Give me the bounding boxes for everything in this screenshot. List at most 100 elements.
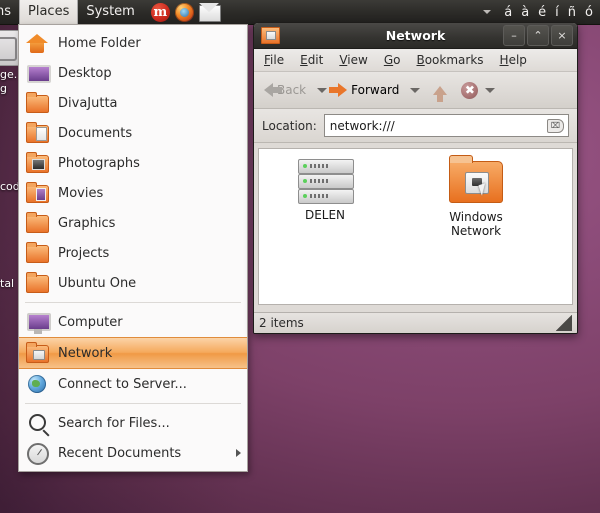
forward-label: Forward bbox=[351, 83, 400, 97]
places-item-label: Desktop bbox=[58, 65, 112, 81]
file-item-label: Windows Network bbox=[449, 210, 503, 238]
places-item-label: Ubuntu One bbox=[58, 275, 137, 291]
window-toolbar: Back Forward ✖ bbox=[254, 72, 577, 109]
network-folder-icon bbox=[25, 341, 49, 365]
places-item-movies[interactable]: Movies bbox=[19, 178, 247, 208]
up-arrow-icon[interactable] bbox=[433, 85, 448, 102]
submenu-arrow-icon bbox=[236, 449, 241, 457]
places-item-desktop[interactable]: Desktop bbox=[19, 58, 247, 88]
desktop-label-fragment-3: cod bbox=[0, 180, 20, 193]
window-titlebar[interactable]: Network – ⌃ × bbox=[254, 23, 577, 49]
places-item-label: Computer bbox=[58, 314, 123, 330]
clear-icon[interactable]: ⌧ bbox=[547, 118, 564, 133]
stop-icon[interactable]: ✖ bbox=[461, 81, 479, 99]
indicator-char-3[interactable]: é bbox=[538, 5, 546, 20]
places-item-documents[interactable]: Documents bbox=[19, 118, 247, 148]
menu-view[interactable]: View bbox=[332, 51, 374, 69]
places-item-label: Photographs bbox=[58, 155, 140, 171]
network-folder-icon bbox=[261, 27, 280, 44]
forward-history-dropdown-icon[interactable] bbox=[410, 87, 421, 93]
location-value: network:/// bbox=[329, 118, 395, 133]
desktop-label-fragment-2: g bbox=[0, 82, 7, 95]
menu-file[interactable]: File bbox=[257, 51, 291, 69]
places-item-label: Recent Documents bbox=[58, 445, 182, 461]
nautilus-window: Network – ⌃ × File Edit View Go Bookmark… bbox=[253, 22, 578, 334]
home-icon bbox=[25, 31, 49, 55]
places-item-computer[interactable]: Computer bbox=[19, 307, 247, 337]
globe-icon bbox=[25, 372, 49, 396]
indicator-char-1[interactable]: á bbox=[504, 5, 512, 20]
places-item-divajutta[interactable]: DivaJutta bbox=[19, 88, 247, 118]
folder-icon bbox=[25, 91, 49, 115]
places-item-label: Movies bbox=[58, 185, 104, 201]
window-statusbar: 2 items bbox=[254, 312, 577, 333]
folder-icon bbox=[25, 211, 49, 235]
back-button[interactable]: Back bbox=[260, 80, 310, 100]
places-item-connect-to-server[interactable]: Connect to Server... bbox=[19, 369, 247, 399]
search-icon bbox=[25, 411, 49, 435]
photographs-folder-icon bbox=[25, 151, 49, 175]
mozilla-m-icon[interactable]: m bbox=[150, 2, 170, 22]
status-text: 2 items bbox=[259, 316, 304, 330]
places-item-ubuntu-one[interactable]: Ubuntu One bbox=[19, 268, 247, 298]
indicator-char-2[interactable]: à bbox=[521, 5, 529, 20]
location-input[interactable]: network:/// ⌧ bbox=[323, 114, 569, 137]
indicator-char-5[interactable]: ñ bbox=[568, 5, 576, 20]
places-item-projects[interactable]: Projects bbox=[19, 238, 247, 268]
location-bar: Location: network:/// ⌧ bbox=[254, 109, 577, 143]
windows-network-folder-icon bbox=[424, 155, 528, 206]
menu-go[interactable]: Go bbox=[377, 51, 408, 69]
places-item-search-for-files[interactable]: Search for Files... bbox=[19, 408, 247, 438]
places-item-label: Documents bbox=[58, 125, 133, 141]
toolbar-overflow-dropdown-icon[interactable] bbox=[485, 87, 496, 93]
minimize-button[interactable]: – bbox=[503, 25, 525, 46]
places-item-recent-documents[interactable]: Recent Documents bbox=[19, 438, 247, 468]
desktop-label-fragment-4: tal bbox=[0, 277, 15, 290]
menu-applications-clipped[interactable]: ns bbox=[0, 0, 19, 24]
forward-button[interactable]: Forward bbox=[329, 80, 403, 100]
movies-folder-icon bbox=[25, 181, 49, 205]
menu-separator bbox=[25, 403, 241, 404]
indicator-char-6[interactable]: ó bbox=[585, 5, 593, 20]
back-arrow-icon bbox=[264, 83, 282, 97]
menu-system[interactable]: System bbox=[78, 0, 142, 24]
close-button[interactable]: × bbox=[551, 25, 573, 46]
places-item-photographs[interactable]: Photographs bbox=[19, 148, 247, 178]
maximize-button[interactable]: ⌃ bbox=[527, 25, 549, 46]
resize-grip[interactable] bbox=[556, 315, 572, 331]
places-dropdown-menu: Home Folder Desktop DivaJutta Documents … bbox=[18, 24, 248, 472]
menu-places[interactable]: Places bbox=[19, 0, 79, 24]
firefox-icon[interactable] bbox=[174, 2, 194, 22]
chevron-down-icon[interactable] bbox=[483, 10, 492, 14]
places-item-label: Home Folder bbox=[58, 35, 141, 51]
indicator-char-4[interactable]: í bbox=[555, 5, 559, 20]
desktop-label-fragment-1: ge. bbox=[0, 68, 18, 81]
file-view[interactable]: DELEN Windows Network bbox=[258, 148, 573, 305]
places-item-label: Connect to Server... bbox=[58, 376, 187, 392]
places-item-graphics[interactable]: Graphics bbox=[19, 208, 247, 238]
file-item-windows-network[interactable]: Windows Network bbox=[424, 155, 528, 238]
places-item-label: Search for Files... bbox=[58, 415, 170, 431]
places-item-label: Network bbox=[58, 345, 113, 361]
file-item-label: DELEN bbox=[304, 208, 346, 222]
places-item-home-folder[interactable]: Home Folder bbox=[19, 28, 247, 58]
menu-help[interactable]: Help bbox=[493, 51, 534, 69]
panel-launchers: m bbox=[150, 0, 221, 24]
documents-folder-icon bbox=[25, 121, 49, 145]
back-history-dropdown-icon[interactable] bbox=[317, 87, 328, 93]
clock-icon bbox=[25, 441, 49, 465]
computer-icon bbox=[25, 310, 51, 334]
menu-bookmarks[interactable]: Bookmarks bbox=[409, 51, 490, 69]
menu-separator bbox=[25, 302, 241, 303]
mail-icon[interactable] bbox=[198, 3, 221, 22]
places-item-label: DivaJutta bbox=[58, 95, 118, 111]
folder-icon bbox=[25, 241, 49, 265]
folder-icon bbox=[25, 271, 49, 295]
menu-edit[interactable]: Edit bbox=[293, 51, 330, 69]
file-item-delen[interactable]: DELEN bbox=[273, 159, 377, 222]
places-item-label: Projects bbox=[58, 245, 110, 261]
window-menubar: File Edit View Go Bookmarks Help bbox=[254, 49, 577, 72]
places-item-network[interactable]: Network bbox=[19, 337, 247, 369]
server-icon bbox=[298, 159, 354, 204]
location-label: Location: bbox=[262, 118, 317, 133]
